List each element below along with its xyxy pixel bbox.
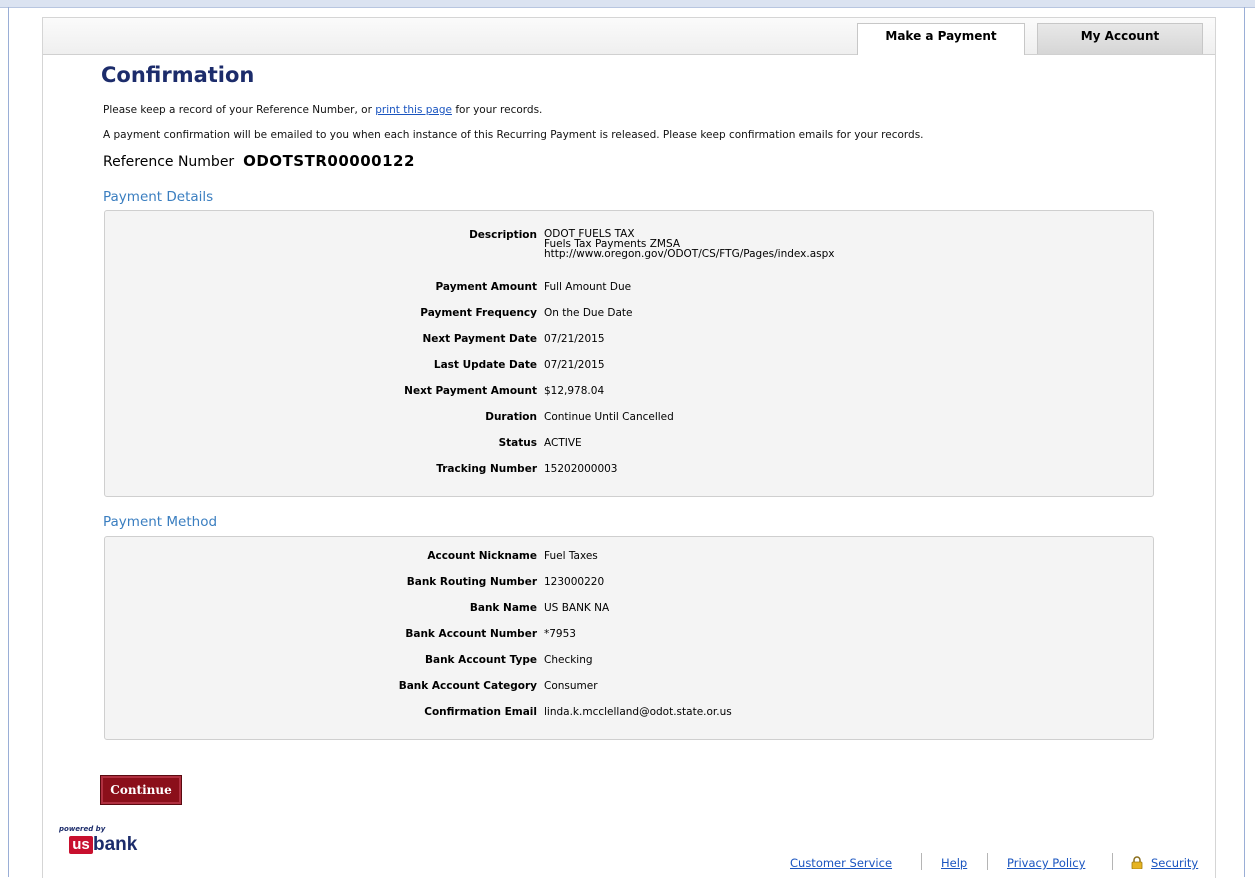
reference-value: ODOTSTR00000122 (243, 152, 415, 170)
tab-my-account[interactable]: My Account (1037, 23, 1203, 54)
reference-label: Reference Number (103, 154, 235, 170)
logo-bank-text: bank (93, 834, 138, 855)
usbank-logo: powered by us bank (57, 825, 157, 861)
continue-button[interactable]: Continue (100, 775, 182, 805)
footer-security-link[interactable]: Security (1151, 856, 1198, 870)
payment-method-title: Payment Method (103, 514, 218, 530)
detail-value: ODOT FUELS TAX Fuels Tax Payments ZMSA h… (544, 228, 835, 260)
footer-separator (987, 853, 988, 870)
footer-customer-service-link[interactable]: Customer Service (790, 856, 892, 870)
footer-separator (921, 853, 922, 870)
footer-separator (1112, 853, 1113, 870)
right-frame-rule (1244, 7, 1245, 877)
detail-label: Description (469, 229, 537, 241)
print-page-link[interactable]: print this page (375, 104, 452, 116)
lock-icon (1131, 856, 1143, 869)
page-title: Confirmation (101, 63, 255, 87)
left-frame-rule (8, 7, 9, 877)
footer-help-link[interactable]: Help (941, 856, 967, 870)
logo-us-mark: us (69, 836, 93, 854)
powered-by-text: powered by (59, 825, 106, 833)
intro-line-2: A payment confirmation will be emailed t… (103, 129, 924, 141)
tab-make-a-payment[interactable]: Make a Payment (857, 23, 1025, 55)
payment-details-title: Payment Details (103, 189, 214, 205)
intro-line-1: Please keep a record of your Reference N… (103, 104, 543, 116)
footer-privacy-policy-link[interactable]: Privacy Policy (1007, 856, 1085, 870)
tab-bar: Make a Payment My Account (43, 18, 1215, 55)
payment-details-panel: Description ODOT FUELS TAX Fuels Tax Pay… (104, 210, 1154, 497)
reference-number: Reference Number ODOTSTR00000122 (103, 152, 415, 170)
payment-method-panel: Account Nickname Fuel Taxes Bank Routing… (104, 536, 1154, 740)
window-top-border (0, 0, 1255, 8)
